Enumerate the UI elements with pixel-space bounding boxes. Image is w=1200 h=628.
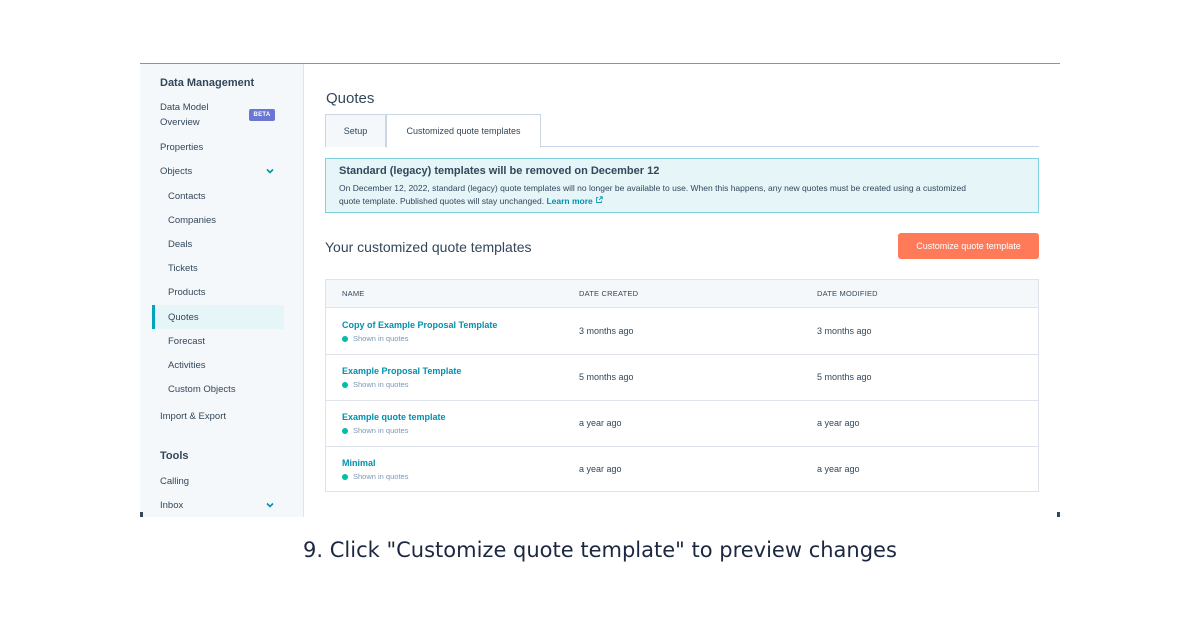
date-created: 3 months ago	[579, 326, 634, 336]
template-name-link[interactable]: Example quote template	[342, 412, 446, 422]
table-row: Example quote template Shown in quotes a…	[326, 401, 1038, 447]
sidebar-heading-tools: Tools	[160, 450, 189, 462]
sidebar-item-contacts[interactable]: Contacts	[168, 189, 206, 204]
learn-more-label: Learn more	[546, 195, 593, 206]
settings-sidebar: Data Management Data Model Overview BETA…	[140, 64, 304, 517]
sidebar-item-import-export[interactable]: Import & Export	[160, 409, 226, 424]
sidebar-item-custom-objects[interactable]: Custom Objects	[168, 382, 236, 397]
template-name-link[interactable]: Example Proposal Template	[342, 366, 461, 376]
date-modified: a year ago	[817, 464, 860, 474]
frame-corner-mark	[1057, 512, 1060, 517]
tab-bar: Setup Customized quote templates	[325, 114, 1039, 148]
customize-quote-template-button[interactable]: Customize quote template	[898, 233, 1039, 259]
alert-title: Standard (legacy) templates will be remo…	[339, 165, 660, 177]
sidebar-item-tickets[interactable]: Tickets	[168, 261, 198, 276]
column-header-date-created[interactable]: DATE CREATED	[579, 280, 638, 308]
template-status: Shown in quotes	[342, 380, 408, 389]
chevron-down-icon[interactable]	[265, 166, 275, 176]
sidebar-item-inbox[interactable]: Inbox	[160, 498, 183, 513]
status-dot-icon	[342, 473, 348, 480]
sidebar-item-activities[interactable]: Activities	[168, 358, 205, 373]
sidebar-heading-data-management: Data Management	[160, 77, 255, 89]
frame-corner-mark	[140, 512, 143, 517]
external-link-icon	[596, 196, 603, 203]
sidebar-item-companies[interactable]: Companies	[168, 213, 216, 228]
learn-more-link[interactable]: Learn more	[546, 196, 603, 206]
alert-body: On December 12, 2022, standard (legacy) …	[339, 182, 1025, 207]
column-header-name[interactable]: NAME	[342, 280, 364, 308]
template-status: Shown in quotes	[342, 472, 408, 481]
date-created: a year ago	[579, 464, 622, 474]
screenshot-frame: Data Management Data Model Overview BETA…	[140, 63, 1060, 517]
tab-setup[interactable]: Setup	[325, 114, 386, 147]
status-label: Shown in quotes	[353, 380, 409, 389]
page-title: Quotes	[326, 90, 375, 107]
beta-badge: BETA	[249, 109, 275, 121]
alert-body-text: quote template. Published quotes will st…	[339, 195, 545, 206]
status-dot-icon	[342, 381, 348, 388]
legacy-templates-alert: Standard (legacy) templates will be remo…	[325, 158, 1039, 213]
table-row: Minimal Shown in quotes a year ago a yea…	[326, 447, 1038, 493]
status-dot-icon	[342, 427, 348, 434]
date-modified: a year ago	[817, 418, 860, 428]
sidebar-item-label: Data Model	[160, 102, 209, 113]
chevron-down-icon[interactable]	[265, 500, 275, 510]
main-content: Quotes Setup Customized quote templates …	[325, 64, 1040, 517]
date-modified: 5 months ago	[817, 372, 872, 382]
date-created: a year ago	[579, 418, 622, 428]
table-row: Example Proposal Template Shown in quote…	[326, 355, 1038, 401]
sidebar-item-label: Overview	[160, 117, 200, 128]
template-status: Shown in quotes	[342, 426, 408, 435]
status-label: Shown in quotes	[353, 334, 409, 343]
status-label: Shown in quotes	[353, 426, 409, 435]
date-created: 5 months ago	[579, 372, 634, 382]
status-label: Shown in quotes	[353, 472, 409, 481]
sidebar-item-forecast[interactable]: Forecast	[168, 334, 205, 349]
template-status: Shown in quotes	[342, 334, 408, 343]
sidebar-item-quotes[interactable]: Quotes	[168, 310, 199, 325]
table-row: Copy of Example Proposal Template Shown …	[326, 309, 1038, 355]
template-name-link[interactable]: Minimal	[342, 458, 376, 468]
table-header: NAME DATE CREATED DATE MODIFIED	[326, 280, 1038, 308]
status-dot-icon	[342, 335, 348, 342]
templates-table: NAME DATE CREATED DATE MODIFIED Copy of …	[325, 279, 1039, 492]
sidebar-item-calling[interactable]: Calling	[160, 474, 189, 489]
instruction-caption: 9. Click "Customize quote template" to p…	[303, 538, 897, 562]
sidebar-item-objects[interactable]: Objects	[160, 164, 192, 179]
sidebar-item-data-model-overview[interactable]: Data Model Overview	[160, 100, 209, 130]
tab-customized-quote-templates[interactable]: Customized quote templates	[386, 114, 541, 148]
sidebar-item-deals[interactable]: Deals	[168, 237, 192, 252]
date-modified: 3 months ago	[817, 326, 872, 336]
section-title: Your customized quote templates	[325, 239, 532, 255]
column-header-date-modified[interactable]: DATE MODIFIED	[817, 280, 878, 308]
alert-body-text: On December 12, 2022, standard (legacy) …	[339, 183, 967, 193]
sidebar-item-products[interactable]: Products	[168, 285, 206, 300]
sidebar-item-properties[interactable]: Properties	[160, 140, 203, 155]
template-name-link[interactable]: Copy of Example Proposal Template	[342, 320, 497, 330]
